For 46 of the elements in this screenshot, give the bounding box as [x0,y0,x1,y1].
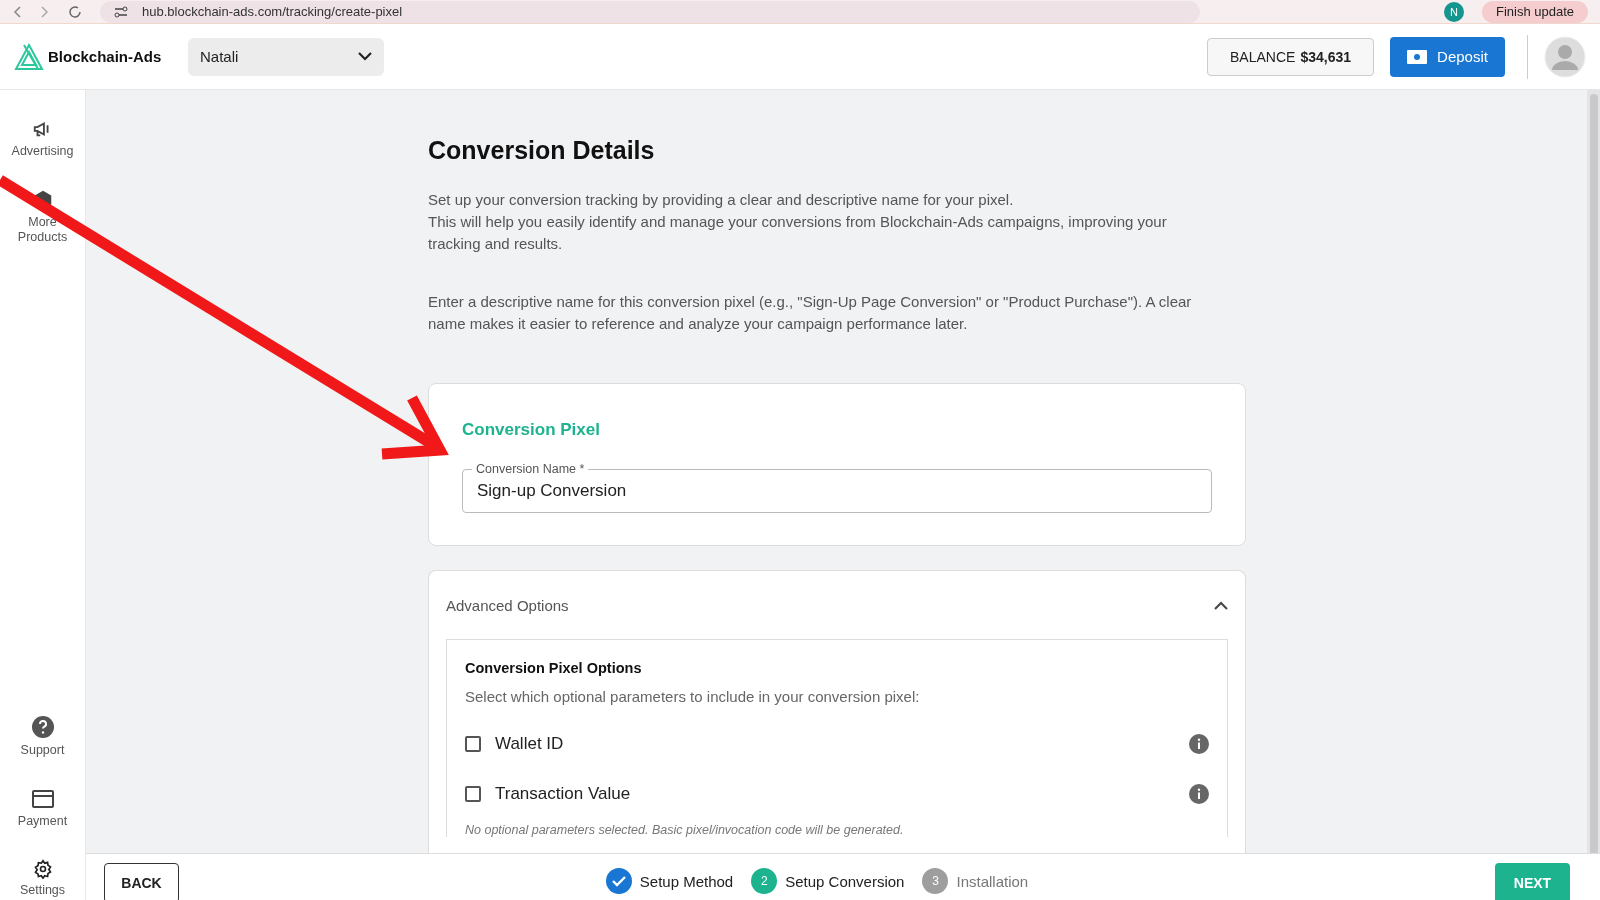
step-label: Setup Conversion [785,872,905,890]
checkbox[interactable] [465,786,481,802]
finish-update-button[interactable]: Finish update [1481,0,1588,23]
address-bar[interactable]: hub.blockchain-ads.com/tracking/create-pixel [100,0,1200,23]
step-label: Installation [956,872,1029,890]
option-label: Wallet ID [495,734,564,754]
reload-icon [68,4,82,19]
hint-text: Enter a descriptive name for this conversion pixel (e.g., "Sign-Up Page Conversion" or "Product Purchase"). A clear name makes it easier to reference and analyze your campaign performance later. [428,292,1193,334]
check-icon [611,875,626,887]
option-label: Transaction Value [495,784,631,804]
sidebar-item[interactable]: More Products [6,189,79,245]
scrollbar-thumb[interactable] [1589,94,1598,853]
options-subtitle: Select which optional parameters to include in your conversion pixel: [465,688,921,705]
chevron-up-icon [1214,600,1228,610]
logo-text: Blockchain-Ads [48,48,162,65]
options-title: Conversion Pixel Options [465,660,643,676]
sidebar-item[interactable]: Support [6,715,79,758]
account-select[interactable]: Natali [188,37,384,76]
back-button[interactable]: BACK [104,863,179,900]
sidebar-item[interactable]: Payment [6,788,79,829]
help-icon [30,715,55,739]
credit-card-icon [30,788,55,810]
balance-button[interactable]: BALANCE $34,631 [1207,37,1374,76]
back-icon [12,5,22,18]
step-indicator: 3 [922,868,949,894]
settings-icon [32,859,53,879]
step-indicator: 2 [751,868,778,894]
intro-text: This will help you easily identify and manage your conversions from Blockchain-Ads campaigns, improving your tracking and results. [428,212,1168,254]
checkbox[interactable] [465,736,481,752]
profile-avatar[interactable]: N [1443,1,1464,22]
step-label: Setup Method [639,872,734,890]
banknote-icon [1407,49,1428,64]
sidebar-item[interactable]: Settings [6,859,79,898]
deposit-button[interactable]: Deposit [1390,36,1505,77]
forward-icon [40,5,50,18]
logo-icon [14,42,44,71]
options-note: No optional parameters selected. Basic pixel/invocation code will be generated. [465,823,905,837]
advanced-options-toggle[interactable]: Advanced Options [446,571,1228,639]
site-settings-icon [114,5,128,18]
page-title: Conversion Details [428,136,656,165]
intro-text: Set up your conversion tracking by providing a clear and descriptive name for your pixel. [428,190,1015,210]
info-icon [1189,784,1209,804]
info-icon [1189,734,1209,754]
chevron-down-icon [358,52,372,61]
card-title: Conversion Pixel [462,420,601,440]
sidebar-item[interactable]: Advertising [6,118,79,159]
